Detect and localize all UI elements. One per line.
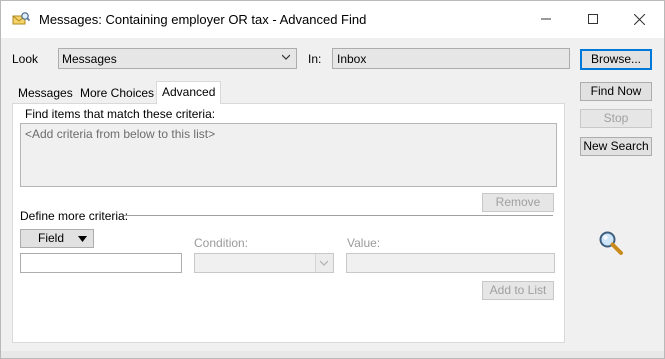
tab-advanced[interactable]: Advanced [156, 81, 222, 104]
new-search-button[interactable]: New Search [580, 137, 652, 156]
chevron-down-icon [320, 260, 328, 266]
find-envelope-icon [12, 11, 31, 27]
minimize-button[interactable] [523, 1, 569, 37]
dropdown-arrow-icon [78, 236, 87, 242]
close-button[interactable] [616, 1, 662, 37]
stop-button[interactable]: Stop [580, 109, 652, 128]
add-to-list-button[interactable]: Add to List [482, 281, 554, 300]
criteria-heading: Find items that match these criteria: [25, 107, 216, 121]
criteria-list[interactable]: <Add criteria from below to this list> [20, 123, 557, 187]
in-label: In: [308, 52, 322, 66]
in-folder-value: Inbox [337, 52, 367, 66]
criteria-placeholder: <Add criteria from below to this list> [25, 127, 216, 141]
field-input[interactable] [20, 253, 182, 273]
maximize-icon [588, 14, 598, 24]
maximize-button[interactable] [570, 1, 616, 37]
close-icon [633, 13, 645, 25]
look-label: Look [12, 52, 39, 66]
condition-label: Condition: [194, 236, 249, 250]
status-strip [1, 351, 664, 358]
find-now-button[interactable]: Find Now [580, 82, 652, 101]
title-bar: Messages: Containing employer OR tax - A… [1, 1, 664, 38]
look-dropdown[interactable]: Messages [58, 48, 297, 69]
field-button[interactable]: Field [20, 229, 94, 248]
chevron-down-icon [282, 54, 290, 60]
condition-dropdown[interactable] [194, 253, 334, 273]
look-dropdown-value: Messages [62, 52, 117, 66]
remove-button[interactable]: Remove [482, 193, 554, 212]
value-label: Value: [347, 236, 381, 250]
window-title: Messages: Containing employer OR tax - A… [39, 12, 367, 27]
section-divider [124, 215, 553, 216]
browse-button[interactable]: Browse... [580, 49, 652, 70]
value-input[interactable] [346, 253, 555, 273]
condition-dropdown-toggle [315, 254, 333, 272]
field-button-label: Field [38, 231, 65, 245]
minimize-icon [541, 18, 551, 20]
in-folder-field: Inbox [332, 48, 570, 69]
define-more-criteria-label: Define more criteria: [20, 209, 129, 223]
magnifier-icon [598, 230, 624, 256]
advanced-find-window: Messages: Containing employer OR tax - A… [0, 0, 665, 359]
tab-messages[interactable]: Messages [13, 83, 78, 103]
tab-more-choices[interactable]: More Choices [75, 83, 159, 103]
